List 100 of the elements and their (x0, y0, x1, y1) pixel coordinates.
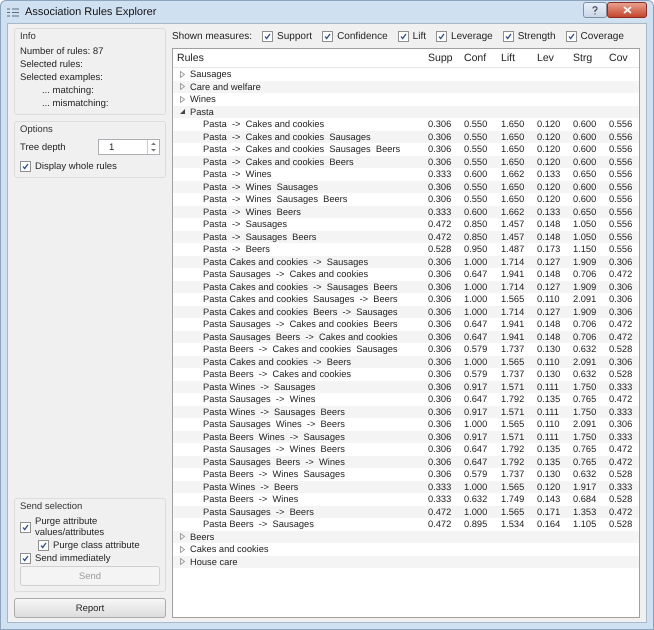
tree-item[interactable]: Wines (173, 93, 424, 106)
table-cell-text: 0.110 (536, 418, 561, 430)
rule-cell[interactable]: Pasta Sausages -> Cakes and cookies (173, 268, 424, 280)
column-header[interactable]: Supp (424, 52, 460, 64)
rule-cell[interactable]: Pasta Sausages Beers -> Wines (173, 456, 424, 468)
rule-cell[interactable]: Pasta -> Sausages Beers (173, 230, 424, 243)
checkbox[interactable] (436, 30, 448, 42)
checkbox[interactable] (502, 30, 514, 42)
table-cell-text: 0.306 (608, 280, 634, 293)
column-header[interactable]: Cov (605, 52, 639, 64)
rule-cell[interactable]: Pasta Cakes and cookies -> Sausages (173, 256, 424, 268)
table-cell-text: 1.650 (500, 130, 526, 143)
checkbox[interactable] (566, 30, 577, 42)
rule-cell[interactable]: Pasta Beers -> Sausages (173, 518, 424, 530)
rule-cell[interactable]: Pasta Cakes and cookies -> Sausages Beers (173, 280, 424, 293)
table-cell-text: 0.472 (608, 330, 634, 343)
checkbox-label[interactable]: Display whole rules (35, 161, 117, 172)
rule-cell[interactable]: Pasta Beers -> Cakes and cookies (173, 368, 424, 380)
checkbox-label[interactable]: Purge class attribute (53, 540, 140, 551)
checkbox[interactable] (20, 553, 31, 564)
table-cell-text: 0.120 (536, 193, 562, 206)
rule-cell[interactable]: Pasta Sausages -> Wines Beers (173, 443, 424, 456)
tree-item[interactable]: Cakes and cookies (173, 543, 424, 556)
rule-cell[interactable]: Pasta -> Cakes and cookies Sausages (173, 130, 424, 143)
table-cell-text: 0.556 (608, 218, 634, 230)
rule-cell[interactable]: Pasta Cakes and cookies Beers -> Sausages (173, 306, 424, 318)
checkbox[interactable] (20, 161, 31, 172)
table-cell-text: 1.000 (463, 293, 488, 306)
expanded-arrow-icon[interactable] (179, 108, 186, 116)
checkbox[interactable] (322, 30, 334, 42)
info-text: Selected examples: (20, 72, 104, 83)
table-cell-text: 1.000 (463, 280, 488, 293)
table-cell-text: 0.600 (572, 143, 598, 156)
table-cell-text: 0.600 (572, 118, 598, 130)
collapsed-arrow-icon[interactable] (179, 96, 186, 103)
rule-cell[interactable]: Pasta Sausages -> Wines (173, 393, 424, 406)
column-header[interactable]: Lev (533, 52, 569, 64)
checkbox[interactable] (20, 522, 31, 532)
checkbox[interactable] (38, 540, 49, 551)
rule-cell[interactable]: Pasta -> Cakes and cookies Beers (173, 156, 424, 168)
checkbox-label[interactable]: Coverage (580, 30, 624, 42)
rule-cell[interactable]: Pasta -> Sausages (173, 218, 424, 230)
rule-cell[interactable]: Pasta Sausages -> Beers (173, 506, 424, 518)
column-header[interactable]: Lift (497, 52, 533, 64)
checkbox-label[interactable]: Strength (518, 30, 556, 42)
table-cell-text: 0.632 (572, 468, 598, 480)
table-cell-text: 0.600 (572, 193, 598, 206)
rule-cell[interactable]: Pasta -> Cakes and cookies (173, 118, 424, 130)
table-cell-text: 0.135 (536, 456, 562, 468)
table-cell-text: 0.472 (608, 506, 634, 518)
table-cell-text: 0.472 (608, 268, 634, 280)
rule-cell[interactable]: Pasta Sausages -> Cakes and cookies Beers (173, 318, 424, 330)
rule-cell[interactable]: Pasta Sausages Wines -> Beers (173, 418, 424, 430)
checkbox[interactable] (398, 30, 409, 42)
collapsed-arrow-icon[interactable] (179, 70, 186, 78)
checkbox-label[interactable]: Leverage (451, 30, 493, 42)
collapsed-arrow-icon[interactable] (179, 546, 186, 553)
table-cell-text: 0.600 (572, 156, 598, 168)
checkbox-label[interactable]: Lift (412, 30, 426, 42)
rule-cell[interactable]: Pasta -> Cakes and cookies Sausages Beers (173, 143, 424, 156)
table-cell-text: 0.110 (536, 293, 561, 306)
column-header[interactable]: Conf (460, 52, 497, 64)
help-button[interactable] (583, 2, 607, 18)
rule-cell[interactable]: Pasta -> Wines Beers (173, 206, 424, 218)
tree-depth-spinbox[interactable]: 1 (98, 139, 160, 155)
rule-cell[interactable]: Pasta -> Wines Sausages (173, 180, 424, 193)
table-cell-text: 0.647 (463, 393, 488, 406)
checkbox-label[interactable]: Support (277, 30, 312, 42)
rule-cell[interactable]: Pasta Cakes and cookies -> Beers (173, 356, 424, 368)
checkbox-label[interactable]: Confidence (337, 30, 388, 42)
rule-cell[interactable]: Pasta Wines -> Sausages Beers (173, 406, 424, 418)
spin-arrows-icon[interactable] (147, 140, 159, 154)
close-button[interactable] (607, 2, 647, 18)
table-cell-text: 0.306 (608, 306, 634, 318)
info-text: ... matching: (41, 85, 95, 96)
checkbox[interactable] (262, 30, 274, 42)
table-cell-text: 1.457 (500, 218, 526, 230)
rule-cell[interactable]: Pasta Beers -> Wines Sausages (173, 468, 424, 480)
rule-cell[interactable]: Pasta Wines -> Sausages (173, 380, 424, 393)
table-cell-text: 0.550 (463, 180, 488, 193)
tree-item[interactable]: Sausages (173, 68, 424, 80)
report-button[interactable]: Report (14, 598, 166, 618)
table-cell-text: 0.306 (427, 118, 452, 130)
rule-cell[interactable]: Pasta Cakes and cookies Sausages -> Beers (173, 293, 424, 306)
table-cell-text: 0.164 (536, 518, 562, 530)
rule-cell[interactable]: Pasta -> Beers (173, 243, 424, 256)
rule-cell[interactable]: Pasta -> Wines (173, 168, 424, 180)
table-cell-text: 1.714 (500, 306, 526, 318)
checkbox-label[interactable]: Send immediately (35, 553, 111, 564)
column-header[interactable]: Rules (173, 52, 424, 64)
checkbox-label[interactable]: Purge attribute values/attributes (35, 516, 160, 538)
rule-cell[interactable]: Pasta Beers -> Cakes and cookies Sausages (173, 343, 424, 356)
rule-cell[interactable]: Pasta Sausages Beers -> Cakes and cookies (173, 330, 424, 343)
rule-cell[interactable]: Pasta Wines -> Beers (173, 480, 424, 493)
column-header[interactable]: Strg (569, 52, 605, 64)
table-cell-text: 0.306 (427, 468, 452, 480)
rule-cell[interactable]: Pasta Beers -> Wines (173, 493, 424, 506)
rule-cell[interactable]: Pasta Beers Wines -> Sausages (173, 430, 424, 443)
rule-cell[interactable]: Pasta -> Wines Sausages Beers (173, 193, 424, 206)
table-cell-text: 1.000 (463, 356, 488, 368)
